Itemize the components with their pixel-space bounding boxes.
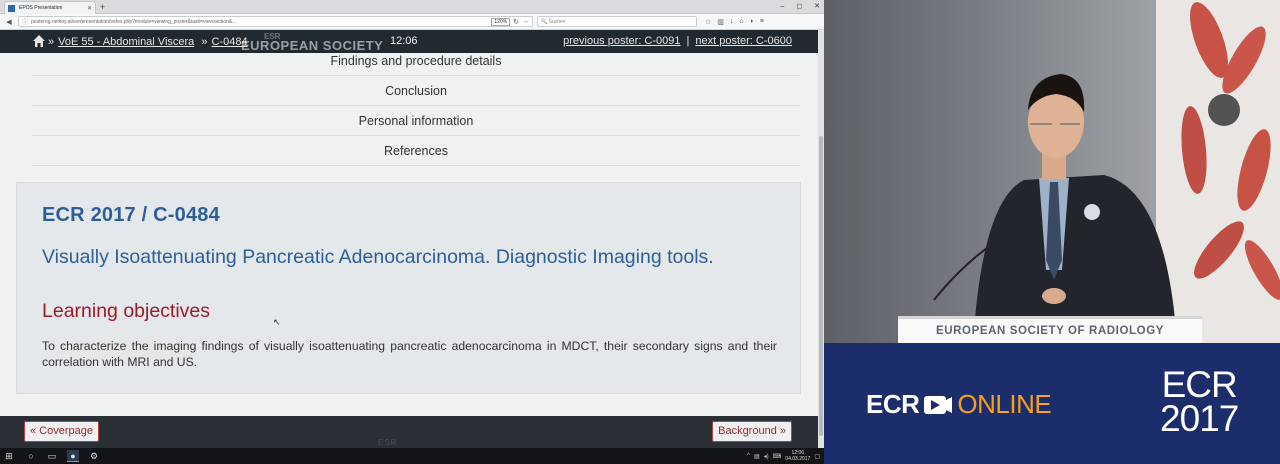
windows-taskbar: ⊞ ○ ▭ ● ⚙ ^ ▤ ◂) ⌨ 12:06 04.03.2017 ▢ [0, 448, 824, 464]
maximize-button[interactable]: ◻ [796, 1, 802, 13]
home-icon[interactable]: ⌂ [739, 18, 743, 26]
window-controls: – ◻ ✕ [780, 1, 820, 13]
branding-banner: ECR ONLINE ECR 2017 [824, 343, 1280, 464]
start-icon[interactable]: ⊞ [3, 450, 15, 462]
tray-expand-icon[interactable]: ^ [747, 453, 750, 459]
task-view-icon[interactable]: ▭ [46, 450, 58, 462]
scrollbar-thumb[interactable] [819, 136, 823, 436]
favicon-icon [8, 4, 15, 12]
background-button[interactable]: Background » [712, 421, 792, 442]
new-tab-button[interactable]: + [100, 1, 105, 13]
screen-capture: EPOS Presentation ✕ + – ◻ ✕ ◀ ⓘ posterng… [0, 0, 824, 464]
browser-tab-strip: EPOS Presentation ✕ + – ◻ ✕ [0, 0, 824, 14]
pocket-icon[interactable]: ◗ [750, 18, 754, 26]
coverpage-button[interactable]: « Coverpage [24, 421, 99, 442]
ecr-online-logo: ECR ONLINE [866, 389, 1052, 420]
info-icon: ⓘ [22, 20, 29, 26]
language-icon[interactable]: ⌨ [773, 453, 782, 460]
close-window-button[interactable]: ✕ [814, 1, 820, 13]
minimize-button[interactable]: – [780, 1, 784, 13]
mouse-cursor-icon: ↖ [273, 317, 281, 327]
system-tray: ^ ▤ ◂) ⌨ 12:06 04.03.2017 ▢ [747, 450, 820, 462]
section-link-personal-information[interactable]: Personal information [32, 106, 800, 136]
event-year: 2017 [1160, 398, 1239, 439]
tray-date: 04.03.2017 [785, 456, 811, 462]
podium: EUROPEAN SOCIETY OF RADIOLOGY [898, 316, 1202, 343]
presenter-video: EUROPEAN SOCIETY OF RADIOLOGY [824, 0, 1280, 343]
event-name: ECR [1161, 364, 1238, 405]
volume-icon[interactable]: ◂) [764, 453, 769, 460]
poster-title: Visually Isoattenuating Pancreatic Adeno… [42, 246, 714, 268]
close-tab-icon[interactable]: ✕ [87, 5, 95, 12]
address-bar[interactable]: ⓘ posterng.netkey.at/esr/presentation/in… [18, 16, 533, 27]
tray-clock[interactable]: 12:06 04.03.2017 [785, 450, 810, 462]
browser-toolbar: ◀ ⓘ posterng.netkey.at/esr/presentation/… [0, 14, 824, 30]
network-icon[interactable]: ▤ [754, 453, 760, 460]
ecr-logo-text: ECR [866, 389, 920, 419]
speaker-illustration [933, 2, 1280, 330]
search-input[interactable]: 🔍 Suchen [537, 16, 697, 27]
online-logo-text: ONLINE [957, 389, 1052, 419]
footer-watermark: ESR [378, 438, 398, 447]
play-icon [924, 395, 953, 414]
tab-title: EPOS Presentation [19, 5, 63, 11]
ecr-2017-logo: ECR 2017 [1160, 364, 1239, 439]
poster-id: ECR 2017 / C-0484 [42, 204, 220, 226]
section-link-conclusion[interactable]: Conclusion [32, 76, 800, 106]
library-icon[interactable]: ▥ [717, 18, 724, 26]
toolbar-icons: ☆ ▥ ↓ ⌂ ◗ ≡ [705, 18, 764, 26]
section-link-findings[interactable]: Findings and procedure details [32, 46, 800, 76]
settings-gear-icon[interactable]: ⚙ [88, 450, 100, 462]
downloads-icon[interactable]: ↓ [730, 18, 734, 26]
reload-icon[interactable]: ↻ [513, 18, 519, 26]
url-text: posterng.netkey.at/esr/presentation/inde… [31, 18, 237, 25]
notifications-icon[interactable]: ▢ [814, 453, 820, 460]
cortana-icon[interactable]: ○ [25, 450, 37, 462]
browser-tab[interactable]: EPOS Presentation ✕ [4, 1, 96, 14]
podium-text: EUROPEAN SOCIETY OF RADIOLOGY [935, 325, 1165, 337]
go-icon[interactable]: → [522, 18, 529, 25]
section-link-references[interactable]: References [32, 136, 800, 166]
poster-content-card: ECR 2017 / C-0484 Visually Isoattenuatin… [16, 182, 801, 394]
menu-icon[interactable]: ≡ [760, 18, 764, 26]
bookmark-star-icon[interactable]: ☆ [705, 18, 711, 26]
poster-footer-bar: « Coverpage ESR Background » [0, 416, 818, 448]
section-heading: Learning objectives [42, 300, 211, 322]
section-text: To characterize the imaging findings of … [42, 339, 777, 369]
zoom-level[interactable]: 120% [491, 17, 511, 26]
firefox-taskbar-icon[interactable]: ● [67, 450, 79, 462]
back-icon[interactable]: ◀ [4, 18, 14, 26]
poster-page: Findings and procedure details Conclusio… [0, 53, 818, 416]
